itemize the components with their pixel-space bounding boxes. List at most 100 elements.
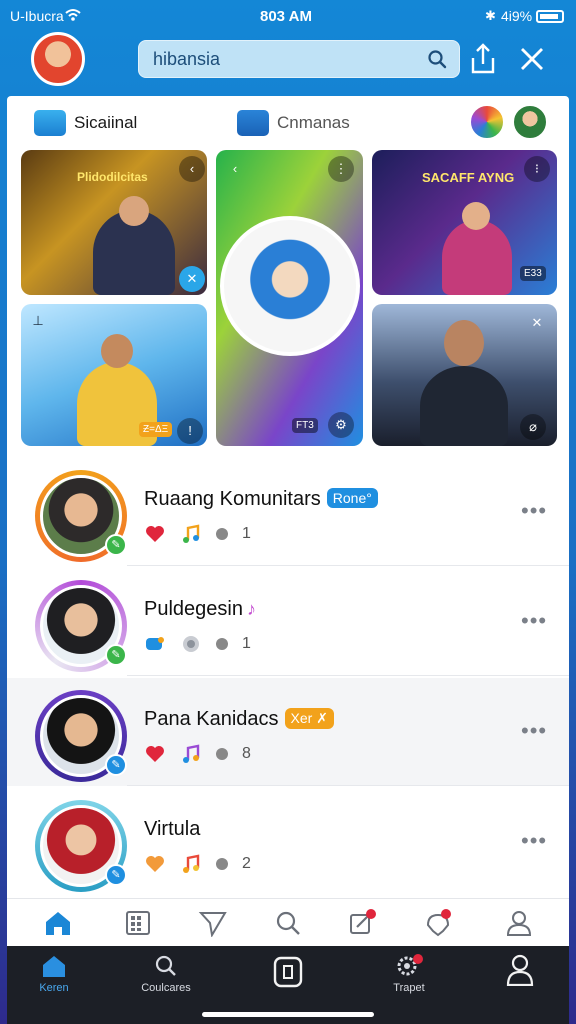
heart-icon bbox=[146, 526, 164, 542]
presence-dot bbox=[216, 528, 228, 540]
member-count: 8 bbox=[242, 745, 251, 762]
more-options-icon[interactable]: ••• bbox=[521, 498, 547, 524]
home-icon bbox=[43, 956, 65, 977]
compose-icon[interactable] bbox=[347, 909, 377, 937]
list-item[interactable]: ✎ Virtula 2 ••• bbox=[7, 788, 569, 896]
status-badge-icon: ✎ bbox=[105, 644, 127, 666]
tile-chip: E33 bbox=[520, 266, 546, 281]
nav-explore[interactable]: Coulcares bbox=[121, 954, 211, 994]
row-meta: 2 bbox=[144, 852, 251, 876]
search-input[interactable]: hibansia bbox=[153, 49, 427, 70]
pin-icon: ⊥ bbox=[32, 313, 44, 328]
status-badge-icon: ✎ bbox=[105, 864, 127, 886]
heart-icon bbox=[146, 746, 164, 762]
tab-label: Sicaiinal bbox=[74, 113, 138, 132]
person-figure bbox=[420, 366, 508, 446]
row-meta: 1 bbox=[144, 522, 251, 546]
chat-bubble-icon bbox=[146, 637, 164, 650]
list-item[interactable]: ✎ Pana Kanidacs Xer ✗ 8 ••• bbox=[7, 678, 569, 786]
status-badge-icon: ✎ bbox=[105, 534, 127, 556]
presence-dot bbox=[216, 748, 228, 760]
app-tab-bar bbox=[7, 898, 569, 946]
search-bar[interactable]: hibansia bbox=[138, 40, 460, 78]
content-panel: Sicaiinal Cnmanas Plidodilcitas ‹ ✕ ‹ ⋮ … bbox=[7, 96, 569, 946]
info-icon[interactable]: ! bbox=[177, 418, 203, 444]
more-options-icon[interactable]: ••• bbox=[521, 608, 547, 634]
presence-dot bbox=[216, 858, 228, 870]
person-face bbox=[119, 196, 149, 226]
tile-caption: Plidodilcitas bbox=[77, 170, 148, 184]
member-count: 2 bbox=[242, 855, 251, 872]
media-tile[interactable]: ⊥ Ƶ=ΔΞ ! bbox=[21, 304, 207, 446]
home-icon[interactable] bbox=[43, 909, 73, 937]
clock: 803 AM bbox=[260, 8, 312, 25]
search-icon bbox=[155, 955, 176, 976]
edit-icon[interactable]: ⌀ bbox=[520, 414, 546, 440]
bluetooth-icon: ✱ bbox=[485, 8, 496, 23]
list-item[interactable]: ✎ Puldegesin ♪ 1 ••• bbox=[7, 568, 569, 676]
search-icon[interactable] bbox=[273, 909, 303, 937]
wifi-icon bbox=[65, 9, 81, 21]
send-icon[interactable] bbox=[198, 909, 228, 937]
heart-icon bbox=[146, 856, 164, 872]
profile-icon[interactable] bbox=[504, 909, 534, 937]
notifications-icon[interactable] bbox=[423, 909, 453, 937]
community-name: Puldegesin ♪ bbox=[144, 598, 256, 620]
menu-icon[interactable]: ‹ bbox=[179, 156, 205, 182]
media-tile[interactable]: Plidodilcitas ‹ ✕ bbox=[21, 150, 207, 295]
tag-badge: Xer ✗ bbox=[284, 708, 334, 729]
more-vertical-icon[interactable]: ⋮ bbox=[328, 156, 354, 182]
music-note-icon bbox=[183, 744, 200, 763]
nav-center-button[interactable] bbox=[243, 956, 333, 992]
share-icon[interactable] bbox=[468, 42, 498, 76]
media-tile[interactable]: SACAFF AYNG ⁝ E33 bbox=[372, 150, 557, 295]
music-note-icon bbox=[183, 524, 200, 543]
system-nav-bar: Keren Coulcares Trapet bbox=[7, 946, 569, 1024]
back-icon[interactable]: ‹ bbox=[222, 156, 248, 182]
close-icon[interactable] bbox=[517, 44, 547, 74]
battery-percent: 4i9% bbox=[501, 8, 533, 24]
tab-image-icon bbox=[34, 110, 66, 136]
media-tile[interactable]: ✕ ⌀ bbox=[372, 304, 557, 446]
top-bar: hibansia bbox=[7, 30, 569, 94]
person-face bbox=[462, 202, 490, 230]
tab-bar: Sicaiinal Cnmanas bbox=[7, 96, 569, 148]
profile-avatar[interactable] bbox=[31, 32, 85, 86]
more-options-icon[interactable]: ••• bbox=[521, 718, 547, 744]
row-meta: 8 bbox=[144, 742, 251, 766]
featured-group-photo bbox=[220, 216, 360, 356]
status-bar: U-Ibucra 803 AM ✱ 4i9% bbox=[7, 0, 569, 34]
presence-dot bbox=[216, 638, 228, 650]
more-icon[interactable]: ⁝ bbox=[524, 156, 550, 182]
member-count: 1 bbox=[242, 635, 251, 652]
story-avatar[interactable] bbox=[512, 104, 548, 140]
search-icon[interactable] bbox=[427, 49, 447, 69]
member-count: 1 bbox=[242, 525, 251, 542]
tab-sicaiinal[interactable]: Sicaiinal bbox=[34, 109, 137, 137]
person-face bbox=[444, 320, 484, 366]
nav-home[interactable]: Keren bbox=[9, 954, 99, 994]
tab-cnmanas[interactable]: Cnmanas bbox=[237, 109, 350, 137]
settings-icon[interactable]: ⚙ bbox=[328, 412, 354, 438]
nav-trapet[interactable]: Trapet bbox=[364, 954, 454, 994]
community-name: Pana Kanidacs Xer ✗ bbox=[144, 708, 334, 731]
home-indicator[interactable] bbox=[202, 1012, 374, 1017]
music-note-icon bbox=[183, 854, 200, 873]
tile-caption: SACAFF AYNG bbox=[422, 170, 515, 185]
gear-icon bbox=[397, 954, 423, 976]
grid-icon[interactable] bbox=[123, 909, 153, 937]
mute-icon[interactable]: ✕ bbox=[524, 310, 550, 336]
list-item[interactable]: ✎ Ruaang Komunitars Rone° 1 ••• bbox=[7, 458, 569, 566]
nav-profile[interactable] bbox=[475, 954, 565, 990]
story-avatar[interactable] bbox=[469, 104, 505, 140]
community-name: Ruaang Komunitars Rone° bbox=[144, 488, 378, 511]
music-note-icon: ♪ bbox=[246, 599, 256, 619]
media-tile-featured[interactable]: ‹ ⋮ FT3 ⚙ bbox=[216, 150, 363, 446]
tile-chip: Ƶ=ΔΞ bbox=[139, 422, 173, 437]
corner-badge-icon: ✕ bbox=[179, 266, 205, 292]
app-frame: U-Ibucra 803 AM ✱ 4i9% hibansia Sicaiina… bbox=[7, 0, 569, 1024]
more-options-icon[interactable]: ••• bbox=[521, 828, 547, 854]
row-meta: 1 bbox=[144, 632, 251, 656]
person-face bbox=[101, 334, 133, 368]
battery-icon bbox=[536, 10, 564, 23]
